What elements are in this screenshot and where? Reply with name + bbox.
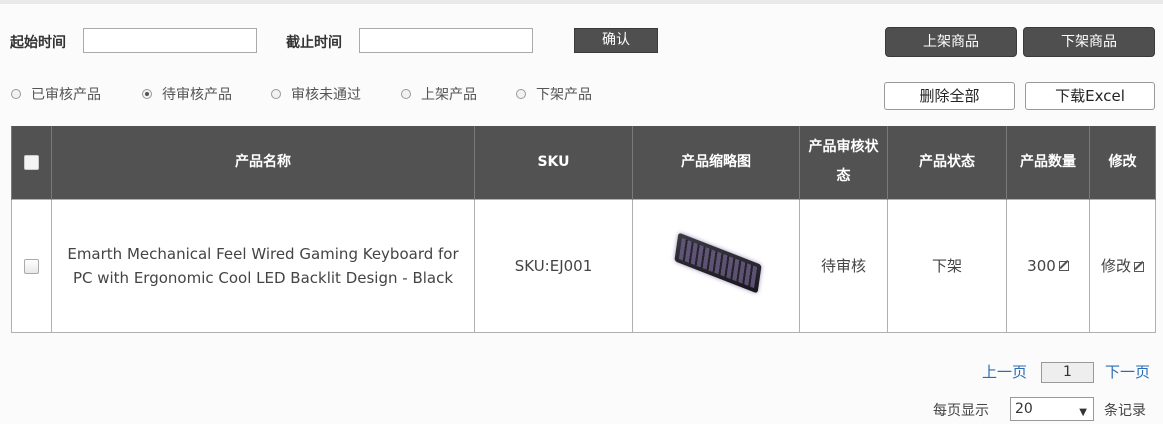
start-time-label: 起始时间 — [10, 35, 66, 51]
keyboard-keys-shape — [678, 237, 758, 288]
header-product-status: 产品状态 — [887, 126, 1007, 199]
per-page-value: 20 — [1015, 401, 1033, 417]
radio-dot — [516, 89, 526, 99]
delete-all-button[interactable]: 删除全部 — [884, 82, 1015, 110]
quantity-cell[interactable]: 300 — [1006, 198, 1090, 333]
edit-icon[interactable] — [1058, 261, 1069, 271]
start-time-input[interactable] — [83, 28, 257, 53]
header-quantity: 产品数量 — [1006, 126, 1090, 199]
dropdown-arrow-icon: ▼ — [1079, 407, 1087, 418]
header-review-status-text: 产品审核状态 — [808, 139, 879, 185]
header-edit: 修改 — [1089, 126, 1156, 199]
review-status: 待审核 — [799, 198, 888, 333]
product-sku: SKU:EJ001 — [474, 198, 633, 333]
prev-page-link[interactable]: 上一页 — [982, 361, 1027, 382]
end-time-label: 截止时间 — [286, 35, 342, 51]
radio-rejected[interactable]: 审核未通过 — [271, 84, 361, 104]
product-table: 产品名称 SKU 产品缩略图 产品审核状态 产品状态 产品数量 修改 Emart… — [11, 126, 1156, 333]
radio-label: 上架产品 — [421, 87, 477, 103]
product-name: Emarth Mechanical Feel Wired Gaming Keyb… — [51, 198, 475, 333]
select-all-cell — [11, 126, 52, 199]
thumbnail-cell — [632, 198, 800, 333]
radio-dot — [271, 89, 281, 99]
current-page-input[interactable]: 1 — [1041, 362, 1094, 383]
radio-listed[interactable]: 上架产品 — [401, 84, 477, 104]
quantity-value: 300 — [1027, 256, 1056, 275]
row-checkbox[interactable] — [24, 258, 39, 274]
list-on-button[interactable]: 上架商品 — [885, 27, 1017, 57]
radio-approved[interactable]: 已审核产品 — [11, 84, 101, 104]
radio-pending[interactable]: 待审核产品 — [142, 84, 232, 104]
table-row: Emarth Mechanical Feel Wired Gaming Keyb… — [11, 198, 1156, 333]
radio-label: 下架产品 — [536, 87, 592, 103]
radio-label: 待审核产品 — [162, 87, 232, 103]
end-time-input[interactable] — [359, 28, 533, 53]
per-page-select[interactable]: 20 ▼ — [1010, 397, 1094, 421]
download-excel-button[interactable]: 下载Excel — [1025, 82, 1155, 110]
radio-unlisted[interactable]: 下架产品 — [516, 84, 592, 104]
header-sku: SKU — [474, 126, 633, 199]
date-filter-bar: 起始时间 截止时间 确认 上架商品 下架商品 — [0, 26, 1163, 58]
next-page-link[interactable]: 下一页 — [1105, 361, 1150, 382]
radio-dot — [11, 89, 21, 99]
radio-label: 已审核产品 — [31, 87, 101, 103]
edit-icon[interactable] — [1134, 261, 1144, 272]
header-product-name: 产品名称 — [51, 126, 475, 199]
edit-link[interactable]: 修改 — [1101, 257, 1131, 275]
radio-label: 审核未通过 — [291, 87, 361, 103]
list-off-button[interactable]: 下架商品 — [1023, 27, 1155, 57]
product-status: 下架 — [887, 198, 1007, 333]
select-all-checkbox[interactable] — [24, 154, 39, 170]
edit-cell[interactable]: 修改 — [1089, 198, 1156, 333]
keyboard-thumbnail-image[interactable] — [670, 215, 762, 312]
radio-dot — [401, 89, 411, 99]
confirm-button[interactable]: 确认 — [574, 28, 658, 53]
radio-dot — [142, 89, 152, 99]
table-header-row: 产品名称 SKU 产品缩略图 产品审核状态 产品状态 产品数量 修改 — [11, 126, 1156, 199]
row-select-cell — [11, 198, 52, 333]
top-divider — [0, 0, 1163, 4]
header-thumbnail: 产品缩略图 — [632, 126, 800, 199]
per-page-label: 每页显示 — [933, 403, 989, 419]
records-label: 条记录 — [1104, 403, 1146, 419]
header-review-status: 产品审核状态 — [799, 126, 888, 199]
